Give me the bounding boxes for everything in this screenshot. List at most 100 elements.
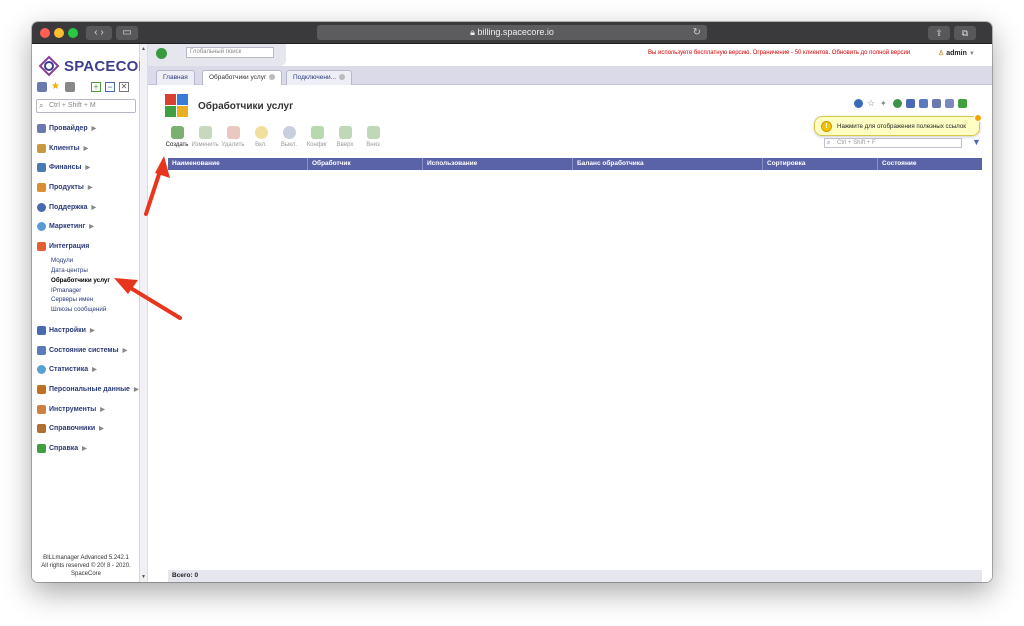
favorites-star-icon[interactable]: ★ <box>51 82 61 92</box>
system-status-icon <box>37 345 46 355</box>
free-version-warning[interactable]: Вы используете бесплатную версию. Ограни… <box>648 50 910 56</box>
settings-icon <box>37 326 46 336</box>
globe-icon[interactable] <box>893 99 902 108</box>
company-text: SpaceCore <box>70 571 102 577</box>
sidebar-item-statistics[interactable]: Статистика ▶ <box>37 360 140 380</box>
print-icon[interactable] <box>932 99 941 108</box>
user-menu[interactable]: ♙ admin ▼ <box>938 49 975 57</box>
topbar-search-area: Глобальный поиск <box>148 44 286 66</box>
column-header-status[interactable]: Состояние <box>878 158 982 170</box>
favorite-star-icon[interactable]: ☆ <box>867 99 876 108</box>
close-tab-icon[interactable] <box>269 74 276 81</box>
camera-icon[interactable] <box>65 82 75 92</box>
move-up-button[interactable]: Вверх <box>331 126 359 154</box>
submenu-item-nameservers[interactable]: Серверы имен <box>51 295 140 305</box>
delete-button[interactable]: Удалить <box>219 126 247 154</box>
config-button[interactable]: Конфиг <box>303 126 331 154</box>
useful-links-tooltip[interactable]: ! Нажмите для отображения полезных ссыло… <box>814 114 982 136</box>
tab-home[interactable]: Главная <box>156 70 195 85</box>
column-header-sorting[interactable]: Сортировка <box>763 158 878 170</box>
sidebar-item-personal-data[interactable]: Персональные данные ▶ <box>37 380 140 400</box>
url-bar[interactable]: 🔒︎ billing.spacecore.io ↻ <box>317 25 707 40</box>
scroll-down-icon[interactable]: ▼ <box>141 574 146 580</box>
sidebar-search-input[interactable]: ⌕ Ctrl + Shift + M <box>36 99 136 113</box>
submenu-item-ipmanager[interactable]: IPmanager <box>51 286 140 296</box>
collapse-all-icon[interactable]: − <box>105 82 115 92</box>
edit-button[interactable]: Изменить <box>191 126 219 154</box>
global-search-icon[interactable] <box>156 48 167 59</box>
pin-icon[interactable]: ✕ <box>119 82 129 92</box>
sidebar-item-system-status[interactable]: Состояние системы ▶ <box>37 341 140 361</box>
sidebar-item-directories[interactable]: Справочники ▶ <box>37 419 140 439</box>
sidebar-item-marketing[interactable]: Маркетинг ▶ <box>37 217 140 237</box>
submenu-item-service-handlers[interactable]: Обработчики услуг <box>51 276 140 286</box>
close-window-button[interactable] <box>40 28 50 38</box>
sidebar-item-integration[interactable]: Интеграция <box>37 237 140 257</box>
sitemap-icon[interactable] <box>37 82 47 92</box>
chevron-right-icon: ▶ <box>85 165 91 172</box>
table-total: Всего: 0 <box>168 570 982 582</box>
spacecore-logo-icon <box>38 55 60 77</box>
close-tab-icon[interactable] <box>339 74 346 81</box>
excel-icon[interactable] <box>958 99 967 108</box>
reload-icon[interactable]: ↻ <box>693 25 701 40</box>
tabs-bar: Главная Обработчики услуг Подключени... <box>148 66 992 85</box>
columns-icon[interactable] <box>919 99 928 108</box>
refresh-icon[interactable] <box>854 99 863 108</box>
version-text: BILLmanager Advanced 5.242.1 <box>43 555 129 561</box>
maximize-window-button[interactable] <box>68 28 78 38</box>
delete-icon <box>226 126 240 139</box>
finance-icon <box>37 163 46 173</box>
tabs-overview-icon[interactable]: ⧉ <box>954 26 976 40</box>
table-header: Наименование Обработчик Использование Ба… <box>168 158 982 170</box>
submenu-item-modules[interactable]: Модули <box>51 256 140 266</box>
app-topbar: Глобальный поиск Вы используете бесплатн… <box>148 44 992 66</box>
help-icon <box>37 443 46 453</box>
sidebar-toggle-icon[interactable]: ▭ <box>116 26 138 40</box>
pin-icon[interactable]: ✦ <box>880 99 889 108</box>
move-down-button[interactable]: Вниз <box>359 126 387 154</box>
expand-all-icon[interactable]: + <box>91 82 101 92</box>
filter-search-icon: ⌕ <box>827 140 831 146</box>
disable-button[interactable]: Выкл. <box>275 126 303 154</box>
funnel-icon[interactable]: ▼ <box>972 137 981 147</box>
sidebar-item-help[interactable]: Справка ▶ <box>37 439 140 459</box>
column-header-handler[interactable]: Обработчик <box>308 158 423 170</box>
sidebar-item-tools[interactable]: Инструменты ▶ <box>37 399 140 419</box>
page-actions: ☆ ✦ <box>854 99 967 108</box>
sidebar-item-support[interactable]: Поддержка ▶ <box>37 197 140 217</box>
submenu-item-message-gateways[interactable]: Шлюзы сообщений <box>51 305 140 315</box>
create-button[interactable]: Создать <box>163 126 191 154</box>
sidebar-item-finance[interactable]: Финансы ▶ <box>37 158 140 178</box>
user-icon: ♙ <box>938 50 945 57</box>
service-handlers-page-icon <box>165 94 188 117</box>
sidebar-item-settings[interactable]: Настройки ▶ <box>37 321 140 341</box>
sidebar-search-placeholder: Ctrl + Shift + M <box>49 102 96 109</box>
browser-window: ‹ › ▭ 🔒︎ billing.spacecore.io ↻ ⇪ ⧉ SPAC… <box>32 22 992 582</box>
minimize-window-button[interactable] <box>54 28 64 38</box>
browser-chrome: ‹ › ▭ 🔒︎ billing.spacecore.io ↻ ⇪ ⧉ <box>32 22 992 44</box>
sidebar-item-provider[interactable]: Провайдер ▶ <box>37 119 140 139</box>
integration-submenu: Модули Дата-центры Обработчики услуг IPm… <box>37 256 140 315</box>
chevron-right-icon: ▶ <box>91 204 97 211</box>
sidebar-item-clients[interactable]: Клиенты ▶ <box>37 139 140 159</box>
export-icon[interactable] <box>945 99 954 108</box>
move-up-icon <box>338 126 352 139</box>
scroll-up-icon[interactable]: ▲ <box>141 46 146 52</box>
submenu-item-datacenters[interactable]: Дата-центры <box>51 266 140 276</box>
list-view-icon[interactable] <box>906 99 915 108</box>
column-header-usage[interactable]: Использование <box>423 158 573 170</box>
close-tooltip-icon[interactable] <box>974 114 982 122</box>
column-header-handler-balance[interactable]: Баланс обработчика <box>573 158 763 170</box>
filter-input[interactable]: ⌕ Ctrl + Shift + F <box>824 138 962 148</box>
share-icon[interactable]: ⇪ <box>928 26 950 40</box>
tab-connections[interactable]: Подключени... <box>286 70 353 85</box>
back-forward-buttons[interactable]: ‹ › <box>86 26 112 40</box>
copyright-text: All rights reserved © 20! 8 - 2020. <box>41 563 131 569</box>
enable-button[interactable]: Вкл. <box>247 126 275 154</box>
column-header-name[interactable]: Наименование <box>168 158 308 170</box>
global-search-input[interactable]: Глобальный поиск <box>186 47 274 58</box>
tab-service-handlers[interactable]: Обработчики услуг <box>202 70 283 85</box>
sidebar-item-products[interactable]: Продукты ▶ <box>37 178 140 198</box>
sidebar-scrollbar[interactable]: ▲ ▼ <box>140 44 148 582</box>
